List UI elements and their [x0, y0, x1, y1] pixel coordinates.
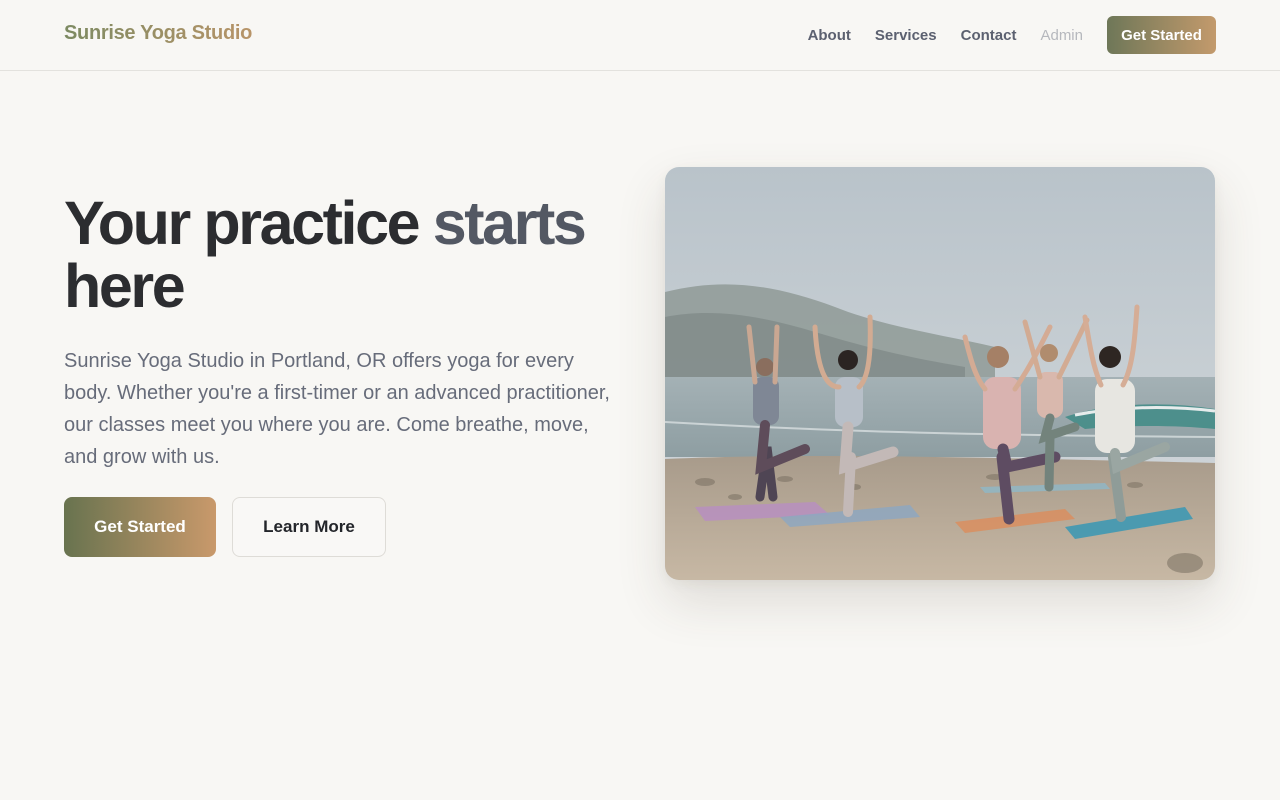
headline-text-main: Your practice — [64, 189, 433, 257]
hero-description: Sunrise Yoga Studio in Portland, OR offe… — [64, 350, 610, 468]
beach-yoga-illustration — [665, 167, 1215, 580]
brand-logo[interactable]: Sunrise Yoga Studio — [64, 22, 252, 45]
hero-image-beach-yoga — [665, 167, 1215, 580]
header-get-started-button[interactable]: Get Started — [1107, 16, 1216, 54]
learn-more-button[interactable]: Learn More — [232, 497, 386, 557]
nav-contact-link[interactable]: Contact — [961, 27, 1017, 44]
nav-admin-link[interactable]: Admin — [1040, 27, 1083, 44]
headline-text-accent: starts — [432, 189, 587, 257]
get-started-button[interactable]: Get Started — [64, 497, 216, 557]
hero-actions: Get Started Learn More — [64, 497, 624, 557]
nav-about-link[interactable]: About — [808, 27, 851, 44]
hero-section: Your practice starts here Sunrise Yoga S… — [64, 192, 624, 557]
site-header: Sunrise Yoga Studio About Services Conta… — [0, 0, 1280, 71]
hero-headline: Your practice starts here — [64, 192, 624, 318]
main-nav: About Services Contact Admin Get Started — [808, 16, 1216, 54]
nav-services-link[interactable]: Services — [875, 27, 937, 44]
headline-text-line2: here — [64, 252, 186, 320]
